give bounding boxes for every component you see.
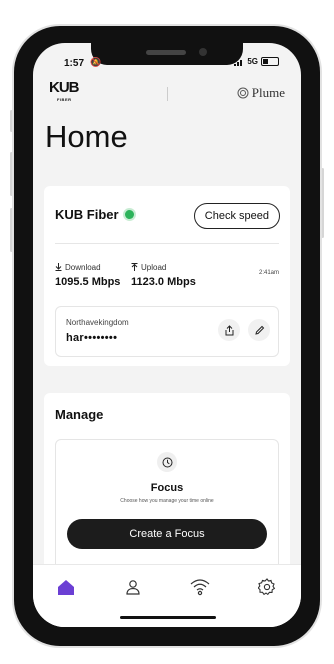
logo-divider xyxy=(167,87,168,101)
bell-muted-icon: 🔕 xyxy=(90,57,102,67)
status-time: 1:57 xyxy=(64,58,85,69)
edit-button[interactable] xyxy=(248,319,270,341)
phone-mute-switch xyxy=(10,110,13,132)
home-indicator xyxy=(120,616,216,619)
create-focus-button[interactable]: Create a Focus xyxy=(67,519,267,549)
isp-name: KUB Fiber xyxy=(55,207,119,222)
focus-description: Choose how you manage your time online xyxy=(120,498,214,504)
tab-wifi[interactable] xyxy=(188,575,212,599)
focus-card: Focus Choose how you manage your time on… xyxy=(55,439,279,581)
home-icon xyxy=(58,579,74,595)
tab-settings[interactable] xyxy=(255,575,279,599)
plume-logo: Plume xyxy=(237,85,285,101)
kub-logo-sub: FIBER xyxy=(57,97,72,102)
online-status-dot xyxy=(125,210,134,219)
upload-arrow-icon xyxy=(131,263,138,271)
wifi-icon xyxy=(190,579,210,596)
download-label: Download xyxy=(65,263,101,272)
focus-title: Focus xyxy=(150,482,184,494)
divider xyxy=(55,243,279,244)
tab-bar xyxy=(33,564,301,627)
clock-icon xyxy=(157,452,177,472)
signal-icon xyxy=(234,59,243,66)
upload-value: 1123.0 Mbps xyxy=(131,276,196,288)
download-value: 1095.5 Mbps xyxy=(55,276,121,288)
front-camera xyxy=(199,48,207,56)
battery-icon xyxy=(261,57,279,66)
pencil-icon xyxy=(254,325,264,335)
connection-card: KUB Fiber Check speed Download 1095.5 Mb… xyxy=(44,186,290,366)
speed-test-timestamp: 2:41am xyxy=(258,270,279,276)
phone-volume-up xyxy=(10,152,13,196)
phone-volume-down xyxy=(10,208,13,252)
network-password: har•••••••• xyxy=(66,332,118,344)
speaker-grille xyxy=(146,50,186,55)
page-title: Home xyxy=(45,119,128,154)
manage-title: Manage xyxy=(55,407,104,422)
status-indicators: 5G xyxy=(234,57,279,66)
plume-logo-text: Plume xyxy=(251,85,285,100)
download-arrow-icon xyxy=(55,263,62,271)
check-speed-button[interactable]: Check speed xyxy=(193,203,280,229)
network-type: 5G xyxy=(247,57,258,66)
person-icon xyxy=(126,580,140,595)
share-button[interactable] xyxy=(218,319,240,341)
notch xyxy=(91,43,243,65)
wifi-network-box: Northavekingdom har•••••••• xyxy=(55,306,279,357)
plume-mark-icon xyxy=(237,87,249,99)
tab-profile[interactable] xyxy=(121,575,145,599)
network-name: Northavekingdom xyxy=(66,318,129,327)
phone-screen: 1:57 🔕 5G KUB FIBER Plume Home KUB Fiber… xyxy=(33,43,301,627)
upload-label: Upload xyxy=(141,263,167,272)
phone-power-button xyxy=(321,168,324,238)
tab-home[interactable] xyxy=(54,575,78,599)
gear-icon xyxy=(258,578,276,596)
kub-logo: KUB xyxy=(49,79,79,96)
share-icon xyxy=(225,324,233,335)
